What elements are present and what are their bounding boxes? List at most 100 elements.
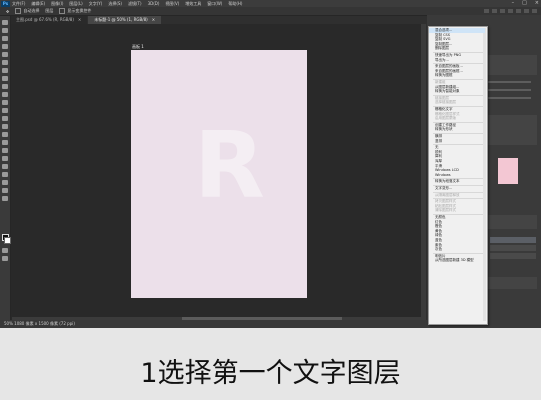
more-options-icon[interactable] bbox=[532, 9, 537, 13]
context-menu-item: 启用图层蒙版 bbox=[435, 116, 456, 121]
move-tool-icon[interactable] bbox=[2, 20, 8, 25]
tab-main-psd[interactable]: 主图.psd @ 67.6% (R, RGB/8) × bbox=[10, 16, 88, 24]
close-icon[interactable]: × bbox=[535, 0, 539, 7]
menu-help[interactable]: 帮助(H) bbox=[228, 1, 242, 7]
document-tabs: 主图.psd @ 67.6% (R, RGB/8) × 未标题-1 @ 50% (… bbox=[10, 16, 162, 24]
context-menu-item[interactable]: 转换为图框 bbox=[435, 73, 453, 78]
menu-image[interactable]: 图像(I) bbox=[51, 1, 63, 7]
text-layer-r[interactable]: R bbox=[194, 120, 265, 212]
context-menu-item[interactable]: 删除图层 bbox=[435, 46, 449, 51]
menu-3d[interactable]: 3D(D) bbox=[148, 1, 160, 6]
healing-brush-tool-icon[interactable] bbox=[2, 84, 8, 89]
path-select-tool-icon[interactable] bbox=[2, 164, 8, 169]
context-menu-item[interactable]: 导出为... bbox=[435, 58, 449, 63]
align-middle-icon[interactable] bbox=[516, 9, 521, 13]
dodge-tool-icon[interactable] bbox=[2, 140, 8, 145]
context-menu-item[interactable]: 灰色 bbox=[435, 247, 442, 252]
context-menu-item[interactable]: 文字变形... bbox=[435, 186, 452, 191]
context-menu-item: 从隔离图层释放 bbox=[435, 192, 460, 197]
maximize-icon[interactable]: □ bbox=[522, 0, 527, 7]
panel-slider[interactable] bbox=[487, 81, 531, 83]
adjustments-panel bbox=[487, 115, 537, 145]
context-menu-item[interactable]: 转换为智能对象 bbox=[435, 89, 460, 94]
context-menu-item[interactable]: 转换为段落文本 bbox=[435, 179, 460, 184]
layer-select-dropdown[interactable]: 图层 bbox=[45, 8, 53, 14]
caption-text: 1选择第一个文字图层 bbox=[140, 358, 401, 389]
align-left-icon[interactable] bbox=[484, 9, 489, 13]
crop-tool-icon[interactable] bbox=[2, 60, 8, 65]
photoshop-window: Ps 文件(F) 编辑(E) 图像(I) 图层(L) 文字(Y) 选择(S) 滤… bbox=[0, 0, 541, 328]
menu-view[interactable]: 视图(V) bbox=[165, 1, 179, 7]
screen-mode-icon[interactable] bbox=[2, 256, 8, 261]
thumbnail-image bbox=[498, 158, 518, 184]
context-menu-item: 选择链接图层 bbox=[435, 100, 456, 105]
align-icons bbox=[484, 9, 537, 13]
context-menu-item[interactable]: 竖排 bbox=[435, 139, 442, 144]
quick-mask-icon[interactable] bbox=[2, 248, 8, 253]
lasso-tool-icon[interactable] bbox=[2, 44, 8, 49]
hand-tool-icon[interactable] bbox=[2, 180, 8, 185]
tab-label: 未标题-1 @ 50% (1, RGB/8) bbox=[94, 17, 148, 22]
history-brush-tool-icon[interactable] bbox=[2, 108, 8, 113]
align-center-icon[interactable] bbox=[492, 9, 497, 13]
layer-row[interactable] bbox=[490, 245, 536, 251]
menu-plugins[interactable]: 增效工具 bbox=[185, 1, 201, 7]
menu-edit[interactable]: 编辑(E) bbox=[31, 1, 45, 7]
move-tool-icon[interactable]: ✥ bbox=[6, 9, 9, 14]
tab-close-icon[interactable]: × bbox=[152, 17, 155, 22]
layer-row[interactable] bbox=[490, 253, 536, 259]
context-menu-item: 清除图层样式 bbox=[435, 208, 456, 213]
stamp-tool-icon[interactable] bbox=[2, 100, 8, 105]
tools-panel bbox=[0, 16, 11, 323]
context-menu-item[interactable]: 从所选图层新建 3D 模型 bbox=[435, 258, 474, 263]
status-text: 50% 1080 像素 x 1500 像素 (72 ppi) bbox=[4, 321, 75, 326]
layers-panel-list bbox=[487, 277, 537, 289]
vertical-scrollbar[interactable] bbox=[421, 24, 426, 317]
type-tool-icon[interactable] bbox=[2, 156, 8, 161]
window-controls: – □ × bbox=[512, 0, 539, 7]
menu-filter[interactable]: 滤镜(T) bbox=[128, 1, 142, 7]
quick-select-tool-icon[interactable] bbox=[2, 52, 8, 57]
menu-window[interactable]: 窗口(W) bbox=[207, 1, 222, 7]
show-transform-checkbox[interactable]: 显示变换控件 bbox=[59, 8, 91, 14]
rectangle-tool-icon[interactable] bbox=[2, 172, 8, 177]
pen-tool-icon[interactable] bbox=[2, 148, 8, 153]
background-color-swatch[interactable] bbox=[4, 237, 11, 244]
more-tools-icon[interactable] bbox=[2, 196, 8, 201]
tab-untitled[interactable]: 未标题-1 @ 50% (1, RGB/8) × bbox=[88, 16, 162, 24]
context-menu-item[interactable]: Windows bbox=[435, 173, 451, 178]
context-menu-scrollbar[interactable] bbox=[483, 28, 486, 321]
status-bar: 50% 1080 像素 x 1500 像素 (72 ppi) bbox=[0, 320, 428, 328]
menu-layer[interactable]: 图层(L) bbox=[69, 1, 82, 7]
zoom-tool-icon[interactable] bbox=[2, 188, 8, 193]
gradient-tool-icon[interactable] bbox=[2, 124, 8, 129]
marquee-tool-icon[interactable] bbox=[2, 36, 8, 41]
panel-slider[interactable] bbox=[487, 97, 531, 99]
layer-row[interactable] bbox=[490, 237, 536, 243]
frame-tool-icon[interactable] bbox=[2, 68, 8, 73]
menu-type[interactable]: 文字(Y) bbox=[89, 1, 103, 7]
brush-tool-icon[interactable] bbox=[2, 92, 8, 97]
menu-select[interactable]: 选择(S) bbox=[108, 1, 122, 7]
auto-select-checkbox[interactable]: 自动选择 bbox=[15, 8, 39, 14]
align-right-icon[interactable] bbox=[500, 9, 505, 13]
artboard-tool-icon[interactable] bbox=[2, 28, 8, 33]
auto-select-label: 自动选择 bbox=[23, 8, 40, 13]
properties-panel bbox=[487, 55, 537, 75]
photoshop-logo-icon: Ps bbox=[1, 0, 10, 7]
panel-slider[interactable] bbox=[487, 89, 531, 91]
menu-file[interactable]: 文件(F) bbox=[12, 1, 25, 7]
tab-label: 主图.psd @ 67.6% (R, RGB/8) bbox=[16, 17, 74, 22]
layer-context-menu: 混合选项... 复制 CSS 复制 SVG 复制图层... 删除图层 快速导出为 PNG 导… bbox=[428, 26, 488, 325]
eyedropper-tool-icon[interactable] bbox=[2, 76, 8, 81]
align-top-icon[interactable] bbox=[508, 9, 513, 13]
context-menu-item[interactable]: 转换为形状 bbox=[435, 127, 453, 132]
blur-tool-icon[interactable] bbox=[2, 132, 8, 137]
eraser-tool-icon[interactable] bbox=[2, 116, 8, 121]
show-transform-label: 显示变换控件 bbox=[67, 8, 92, 13]
tab-close-icon[interactable]: × bbox=[78, 17, 81, 22]
layers-panel-header bbox=[487, 215, 537, 229]
minimize-icon[interactable]: – bbox=[512, 0, 515, 7]
align-bottom-icon[interactable] bbox=[524, 9, 529, 13]
menu-bar: Ps 文件(F) 编辑(E) 图像(I) 图层(L) 文字(Y) 选择(S) 滤… bbox=[0, 0, 541, 7]
